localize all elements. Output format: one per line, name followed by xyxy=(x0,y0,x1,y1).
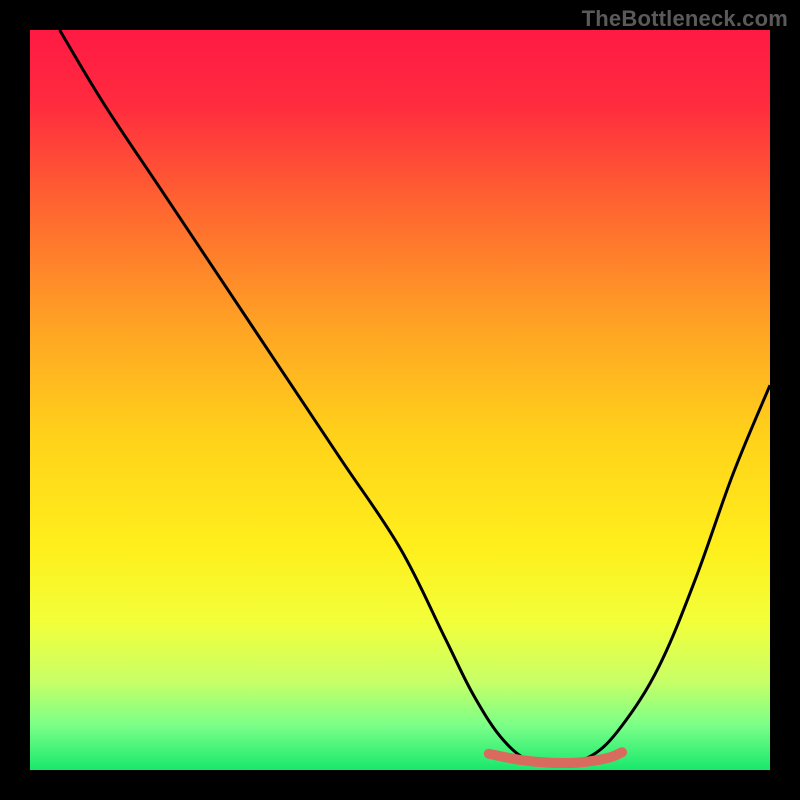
plot-area xyxy=(30,30,770,770)
bottleneck-chart xyxy=(0,0,800,800)
watermark-text: TheBottleneck.com xyxy=(582,6,788,32)
